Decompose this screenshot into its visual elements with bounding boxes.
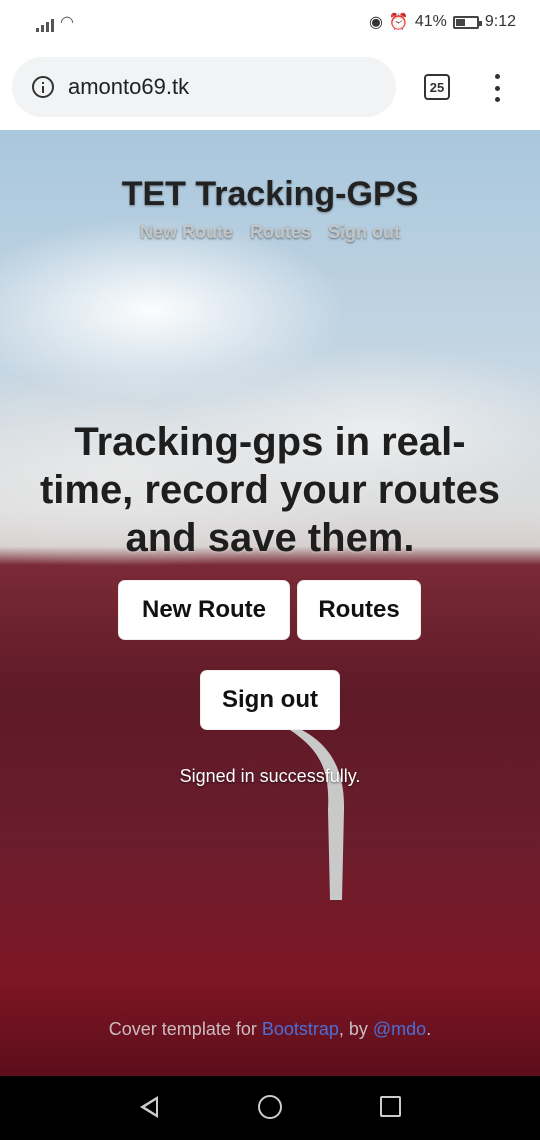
info-icon[interactable] [32, 76, 54, 98]
system-nav-bar [0, 1076, 540, 1140]
sign-out-button[interactable]: Sign out [200, 670, 340, 730]
hero-headline: Tracking-gps in real-time, record your r… [39, 420, 501, 560]
battery-icon [452, 15, 482, 29]
eye-icon: ◉ [368, 14, 383, 31]
nav-link-sign-out[interactable]: Sign out [328, 222, 400, 242]
footer-prefix: Cover template for [108, 1019, 262, 1039]
header-nav: New Route Routes Sign out [0, 222, 540, 243]
mdo-link[interactable]: @mdo [373, 1019, 426, 1039]
browser-toolbar: amonto69.tk 25 [0, 44, 540, 131]
wifi-icon: ◠ [60, 14, 74, 31]
nav-link-routes[interactable]: Routes [250, 222, 311, 242]
flash-message: Signed in successfully. [179, 766, 361, 786]
nav-link-new-route[interactable]: New Route [140, 222, 233, 242]
page-content: TET Tracking-GPS New Route Routes Sign o… [0, 130, 540, 1076]
recent-apps-icon[interactable] [380, 1096, 401, 1117]
site-title: TET Tracking-GPS [121, 175, 419, 213]
footer-credit: Cover template for Bootstrap, by @mdo. [0, 1019, 540, 1040]
overflow-menu-icon[interactable] [492, 74, 502, 102]
footer-middle: , by [338, 1019, 373, 1039]
new-route-button[interactable]: New Route [118, 580, 290, 640]
url-text[interactable]: amonto69.tk [68, 74, 189, 100]
alarm-icon: ⏰ [388, 14, 409, 31]
signal-icon [36, 19, 54, 32]
road-image [290, 730, 345, 900]
routes-button[interactable]: Routes [297, 580, 421, 640]
footer-suffix: . [426, 1019, 432, 1039]
status-bar: ◠ ◉ ⏰ 41% 9:12 [0, 0, 540, 44]
home-icon[interactable] [258, 1095, 282, 1119]
status-right: ◉ ⏰ 41% 9:12 [369, 12, 516, 32]
tab-switcher-button[interactable]: 25 [424, 74, 450, 100]
bootstrap-link[interactable]: Bootstrap [262, 1019, 339, 1039]
back-icon[interactable] [140, 1096, 158, 1118]
status-left: ◠ [36, 12, 74, 32]
clock: 9:12 [484, 13, 516, 30]
battery-percent: 41% [414, 13, 447, 30]
address-bar[interactable]: amonto69.tk [12, 57, 396, 117]
